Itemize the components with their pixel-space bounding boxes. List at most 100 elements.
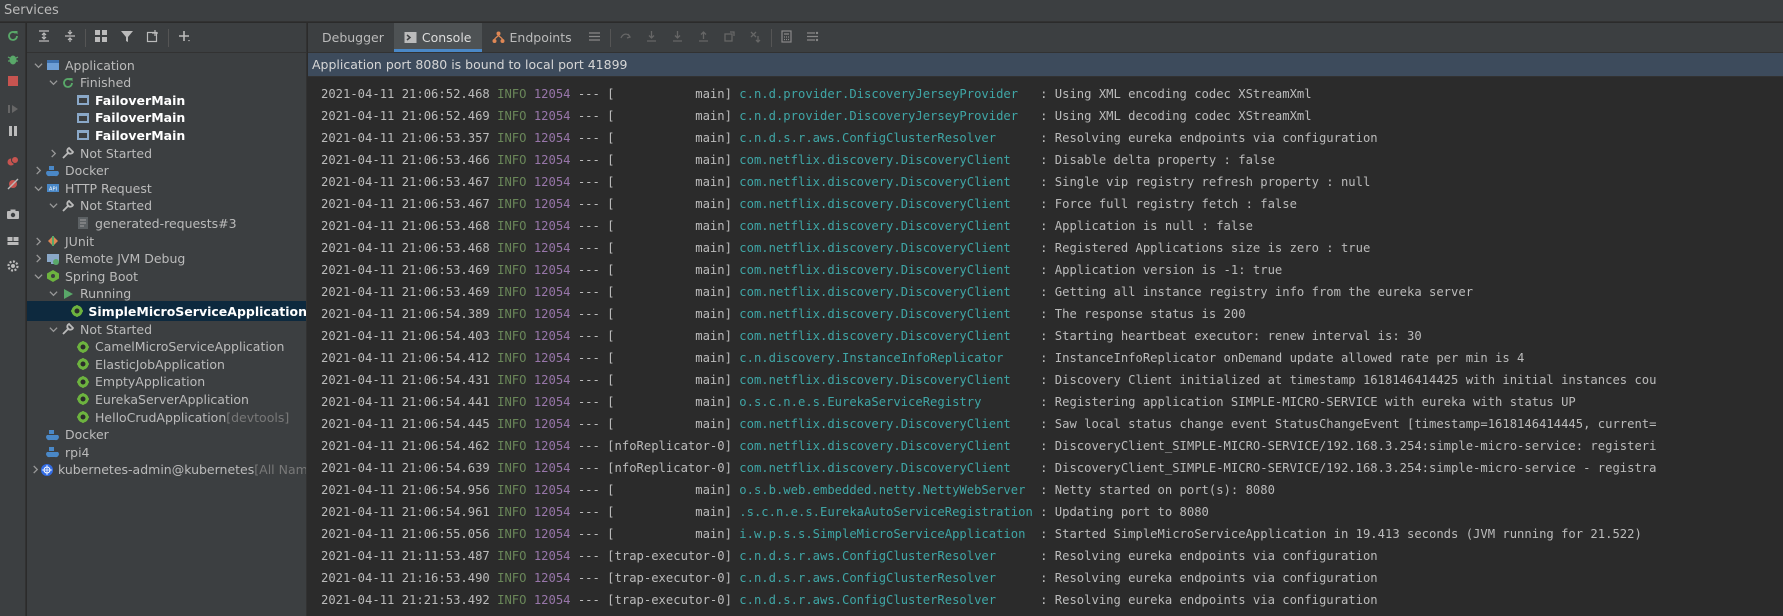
spring-app-icon	[75, 374, 91, 390]
wrench-icon	[60, 198, 76, 214]
log-timestamp: 2021-04-11 21:06:53.467	[321, 197, 490, 211]
view-breakpoints-button[interactable]	[4, 153, 22, 171]
log-timestamp: 2021-04-11 21:06:55.056	[321, 527, 490, 541]
chevron-right-icon[interactable]	[31, 164, 45, 178]
log-line: 2021-04-11 21:06:54.961 INFO 12054 --- […	[321, 505, 1209, 519]
pause-button[interactable]	[4, 123, 22, 141]
port-binding-banner: Application port 8080 is bound to local …	[308, 53, 1783, 77]
spring-boot-icon	[45, 268, 61, 284]
log-line: 2021-04-11 21:06:54.441 INFO 12054 --- […	[321, 395, 1576, 409]
chevron-down-icon[interactable]	[31, 269, 45, 283]
filter-button[interactable]	[114, 26, 140, 50]
log-logger: com.netflix.discovery.DiscoveryClient	[739, 153, 1033, 167]
console-output[interactable]: 2021-04-11 21:06:52.468 INFO 12054 --- […	[308, 79, 1783, 616]
rerun-button[interactable]	[4, 28, 22, 46]
log-thread: main	[614, 241, 725, 255]
tree-row-label: Finished	[80, 75, 132, 91]
add-service-button[interactable]	[171, 26, 197, 50]
step-out-button[interactable]	[691, 23, 717, 52]
settings-button[interactable]	[4, 258, 22, 276]
tree-row-label: Not Started	[80, 145, 153, 161]
app-icon	[45, 57, 61, 73]
tab-debugger-label: Debugger	[322, 30, 384, 45]
log-level: INFO	[497, 483, 527, 497]
tree-row-label: FailoverMain	[95, 110, 186, 126]
resume-button[interactable]	[4, 101, 22, 119]
trace-stream-button[interactable]	[800, 23, 826, 52]
stop-button[interactable]	[4, 73, 22, 91]
chevron-down-icon[interactable]	[31, 58, 45, 72]
drop-frame-button[interactable]	[717, 23, 743, 52]
tab-debugger[interactable]: Debugger	[312, 23, 394, 52]
step-over-icon	[645, 30, 658, 46]
console-menu-button[interactable]	[582, 23, 608, 52]
layout-icon	[6, 234, 20, 251]
log-thread: main	[614, 153, 725, 167]
chevron-down-icon[interactable]	[46, 322, 60, 336]
mute-breakpoints-button[interactable]	[4, 176, 22, 194]
log-level: INFO	[497, 527, 527, 541]
log-logger: c.n.d.s.r.aws.ConfigClusterResolver	[739, 593, 1033, 607]
chevron-right-icon[interactable]	[31, 234, 45, 248]
log-thread: trap-executor-0	[614, 571, 725, 585]
log-message: Started SimpleMicroServiceApplication in…	[1054, 527, 1642, 541]
chevron-down-icon[interactable]	[46, 287, 60, 301]
chevron-down-icon[interactable]	[46, 76, 60, 90]
log-level: INFO	[497, 219, 527, 233]
run-to-cursor-button[interactable]	[743, 23, 769, 52]
log-pid: 12054	[533, 87, 571, 101]
spring-app-icon	[75, 391, 91, 407]
log-message: Starting heartbeat executor: renew inter…	[1054, 329, 1422, 343]
docker-icon	[45, 444, 61, 460]
show-execution-point-button[interactable]	[613, 23, 639, 52]
log-message: Getting all instance registry info from …	[1054, 285, 1474, 299]
toolbar-separator	[85, 28, 86, 47]
spring-app-icon	[75, 339, 91, 355]
tree-row-label: FailoverMain	[95, 92, 186, 108]
log-thread: main	[614, 285, 725, 299]
log-timestamp: 2021-04-11 21:06:54.961	[321, 505, 490, 519]
chevron-right-icon[interactable]	[46, 146, 60, 160]
collapse-all-button[interactable]	[57, 26, 83, 50]
log-thread: nfoReplicator-0	[614, 439, 725, 453]
log-pid: 12054	[533, 263, 571, 277]
expand-all-button[interactable]	[31, 26, 57, 50]
calculator-icon	[780, 29, 793, 46]
log-logger: com.netflix.discovery.DiscoveryClient	[739, 241, 1033, 255]
tab-endpoints[interactable]: Endpoints	[482, 23, 582, 52]
log-timestamp: 2021-04-11 21:06:54.412	[321, 351, 490, 365]
log-timestamp: 2021-04-11 21:06:53.357	[321, 131, 490, 145]
log-level: INFO	[497, 461, 527, 475]
chevron-right-icon[interactable]	[31, 463, 40, 477]
tree-row-suffix: [devtools]	[226, 409, 290, 425]
log-pid: 12054	[533, 197, 571, 211]
layout-button[interactable]	[4, 233, 22, 251]
log-timestamp: 2021-04-11 21:06:53.466	[321, 153, 490, 167]
new-tab-button[interactable]	[140, 26, 166, 50]
chevron-down-icon[interactable]	[31, 181, 45, 195]
log-level: INFO	[497, 307, 527, 321]
step-over-button[interactable]	[639, 23, 665, 52]
log-thread: main	[614, 109, 725, 123]
log-timestamp: 2021-04-11 21:21:53.492	[321, 593, 490, 607]
tab-separator	[770, 28, 772, 47]
log-logger: o.s.c.n.e.s.EurekaServiceRegistry	[739, 395, 1033, 409]
screenshot-button[interactable]	[4, 206, 22, 224]
chevron-down-icon[interactable]	[46, 199, 60, 213]
evaluate-expression-button[interactable]	[774, 23, 800, 52]
chevron-right-icon[interactable]	[31, 252, 45, 266]
log-pid: 12054	[533, 417, 571, 431]
tree-row-label: Remote JVM Debug	[65, 251, 186, 267]
services-action-strip	[0, 23, 26, 616]
log-logger: c.n.d.provider.DiscoveryJerseyProvider	[739, 87, 1033, 101]
log-level: INFO	[497, 351, 527, 365]
log-thread: main	[614, 131, 725, 145]
log-line: 2021-04-11 21:06:53.469 INFO 12054 --- […	[321, 285, 1474, 299]
tree-row[interactable]: kubernetes-admin@kubernetes [All Nam	[27, 460, 306, 480]
step-into-button[interactable]	[665, 23, 691, 52]
group-by-button[interactable]	[88, 26, 114, 50]
log-pid: 12054	[533, 307, 571, 321]
tab-console[interactable]: Console	[393, 23, 482, 52]
debug-button[interactable]	[4, 51, 22, 69]
